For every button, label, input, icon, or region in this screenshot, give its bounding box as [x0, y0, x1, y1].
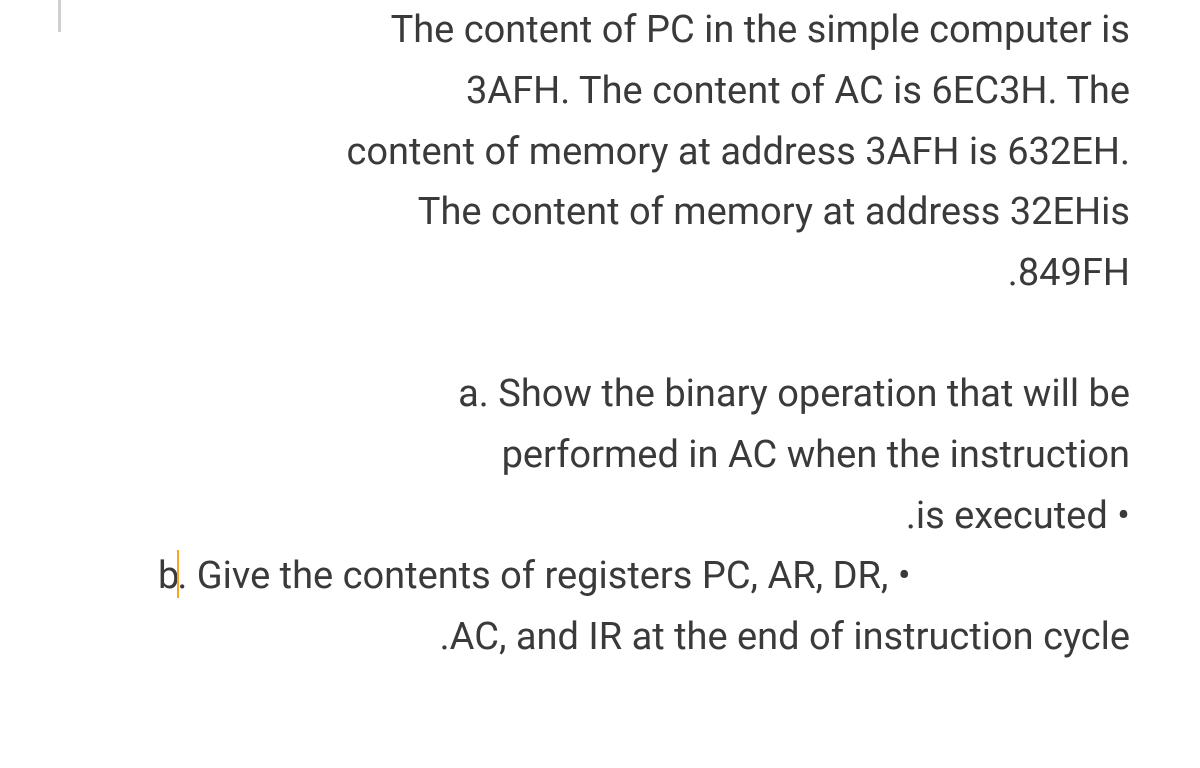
text-line: .is executed • — [70, 486, 1130, 547]
problem-statement: The content of PC in the simple computer… — [70, 0, 1130, 304]
text-line: 3AFH. The content of AC is 6EC3H. The — [70, 61, 1130, 122]
left-border-decoration — [58, 0, 61, 32]
text-line: The content of memory at address 32EHis — [70, 182, 1130, 243]
text-line: a. Show the binary operation that will b… — [70, 364, 1130, 425]
text-segment: . Give the contents of registers PC, AR,… — [177, 554, 910, 598]
question-b-label: b — [158, 554, 179, 598]
text-line: content of memory at address 3AFH is 632… — [70, 122, 1130, 183]
text-cursor — [177, 550, 179, 598]
text-line: The content of PC in the simple computer… — [70, 0, 1130, 61]
text-line: .AC, and IR at the end of instruction cy… — [70, 607, 1130, 668]
text-line: .849FH — [70, 243, 1130, 304]
document-content: The content of PC in the simple computer… — [0, 0, 1200, 668]
text-line[interactable]: b. Give the contents of registers PC, AR… — [70, 546, 1130, 607]
question-a-block: a. Show the binary operation that will b… — [70, 364, 1130, 546]
text-line: performed in AC when the instruction — [70, 425, 1130, 486]
question-b-block: b. Give the contents of registers PC, AR… — [70, 546, 1130, 668]
